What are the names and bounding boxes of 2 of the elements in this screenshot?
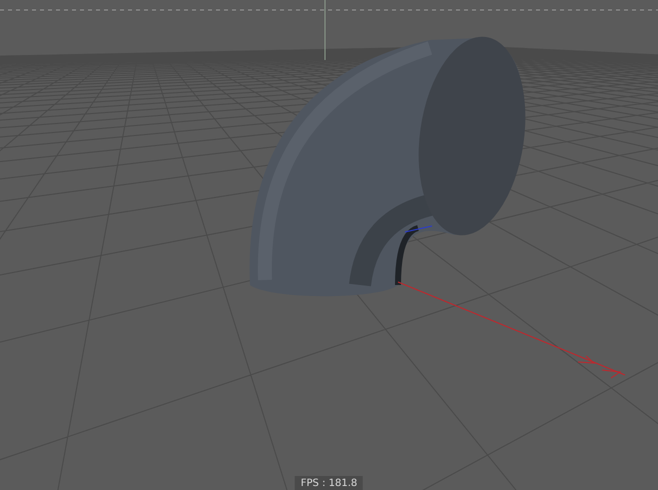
- 3d-viewport[interactable]: FPS : 181.8: [0, 0, 658, 490]
- fps-counter: FPS : 181.8: [294, 476, 364, 490]
